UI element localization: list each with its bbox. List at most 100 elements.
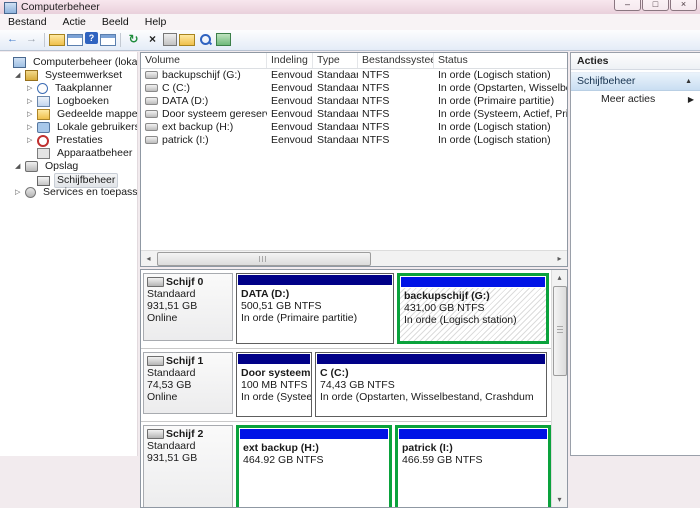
tree-item-prestaties[interactable]: ▷ Prestaties [0,134,137,147]
menu-bestand[interactable]: Bestand [0,14,55,28]
expander-collapsed-icon[interactable]: ▷ [27,108,37,121]
scroll-right-arrow-icon[interactable]: ▸ [552,251,567,266]
disk-name: Schijf 0 [147,276,229,288]
show-tree-icon[interactable] [49,34,65,46]
expander-expanded-icon[interactable]: ◢ [15,160,25,173]
vertical-scrollbar-thumb[interactable] [553,286,567,376]
tree-item-label: Apparaatbeheer [57,147,133,159]
console-window-icon[interactable] [67,34,83,46]
tree-item-systeemwerkset[interactable]: ◢ Systeemwerkset [0,69,137,82]
disk-graphical-pane: Schijf 0 Standaard 931,51 GB Online DATA (D:… [140,269,568,508]
forward-icon[interactable]: → [23,32,40,47]
partition-c-c[interactable]: C (C:) 74,43 GB NTFS In orde (Opstarten, W… [315,352,547,417]
type-cell: Standaard [317,95,358,107]
properties-icon[interactable] [163,33,177,46]
horizontal-scrollbar-thumb[interactable] [157,252,371,266]
column-header-volume[interactable]: Volume [141,53,267,68]
scroll-down-arrow-icon[interactable]: ▾ [552,492,567,507]
collapse-icon[interactable]: ▲ [685,73,692,90]
expander-collapsed-icon[interactable]: ▷ [27,82,37,95]
refresh-icon[interactable]: ↻ [125,32,142,47]
partition-label: patrick (I:) [402,442,453,454]
window-controls: – □ × [613,0,697,11]
tree-item-lokale-gebruikers-en-gro[interactable]: ▷ Lokale gebruikers en gro [0,121,137,134]
disk-label-schijf-0[interactable]: Schijf 0 Standaard 931,51 GB Online [143,273,233,341]
partition-label: backupschijf (G:) [404,290,490,302]
back-icon[interactable]: ← [4,32,21,47]
help-icon[interactable]: ? [85,32,98,44]
indeling-cell: Eenvoudig [271,69,313,81]
volume-row-ext-backup-h[interactable]: ext backup (H:) Eenvoudig Standaard NTFS In … [141,121,567,134]
tree-item-computerbeheer-lokaal[interactable]: Computerbeheer (lokaal) [0,56,137,69]
expander-collapsed-icon[interactable]: ▷ [27,95,37,108]
open-folder-icon[interactable] [179,34,195,46]
column-header-bestandssysteem[interactable]: Bestandssysteem [358,53,434,68]
partition-backupschijf-g[interactable]: backupschijf (G:) 431,00 GB NTFS In orde (… [397,273,549,344]
volume-row-c-c[interactable]: C (C:) Eenvoudig Standaard NTFS In orde (Ops… [141,82,567,95]
expander-collapsed-icon[interactable]: ▷ [15,186,25,199]
partition-color-band [401,277,545,287]
partition-body: DATA (D:) 500,51 GB NTFS In orde (Primaire… [237,286,393,343]
tree-item-label: Logboeken [57,95,109,107]
status-cell: In orde (Primaire partitie) [438,95,555,107]
actions-section-schijfbeheer[interactable]: Schijfbeheer ▲ [571,72,700,91]
column-header-status[interactable]: Status [434,53,567,68]
zoom-icon[interactable] [197,32,214,47]
disk-label-schijf-2[interactable]: Schijf 2 Standaard 931,51 GB [143,425,233,507]
tree-item-opslag[interactable]: ◢ Opslag [0,160,137,173]
tree-item-services-en-toepassingen[interactable]: ▷ Services en toepassingen [0,186,137,199]
scroll-up-arrow-icon[interactable]: ▴ [552,270,567,285]
type-cell: Standaard [317,69,358,81]
disk-name-text: Schijf 0 [166,276,204,288]
menu-beeld[interactable]: Beeld [94,14,137,28]
scroll-left-arrow-icon[interactable]: ◂ [141,251,156,266]
expander-expanded-icon[interactable]: ◢ [15,69,25,82]
partition-body: ext backup (H:) 464.92 GB NTFS [239,440,389,507]
volume-cell: ext backup (H:) [141,121,267,134]
tree-item-gedeelde-mappen[interactable]: ▷ Gedeelde mappen [0,108,137,121]
close-button[interactable]: × [670,0,697,11]
type-cell: Standaard [317,121,358,133]
maximize-button[interactable]: □ [642,0,669,11]
tree-item-apparaatbeheer[interactable]: Apparaatbeheer [0,147,137,160]
schijf-0-row: Schijf 0 Standaard 931,51 GB Online DATA (D:… [141,270,567,349]
indeling-cell: Eenvoudig [271,95,313,107]
clock-icon [37,83,48,94]
volume-row-door-systeem-gereserveerd[interactable]: Door systeem gereserveerd Eenvoudig Standa… [141,108,567,121]
menu-actie[interactable]: Actie [55,14,94,28]
performance-icon [37,134,49,147]
volume-row-patrick-i[interactable]: patrick (I:) Eenvoudig Standaard NTFS In ord… [141,134,567,147]
delete-icon[interactable]: × [144,32,161,47]
partition-size: 431,00 GB NTFS [404,302,485,314]
horizontal-scrollbar[interactable]: ◂ ▸ [141,250,567,266]
type-cell: Standaard [317,108,358,120]
disk-label-schijf-1[interactable]: Schijf 1 Standaard 74,53 GB Online [143,352,233,414]
schijf-2-row: Schijf 2 Standaard 931,51 GB ext backup (H:… [141,422,567,507]
volume-row-backupschijf-g[interactable]: backupschijf (G:) Eenvoudig Standaard NTFS I… [141,69,567,82]
menu-help[interactable]: Help [137,14,175,28]
volume-row-data-d[interactable]: DATA (D:) Eenvoudig Standaard NTFS In orde (… [141,95,567,108]
action-pane-icon[interactable] [100,34,116,46]
toolbar: ← →? ↻ × [0,30,700,51]
more-actions-item[interactable]: Meer acties ▶ [571,91,700,108]
expander-collapsed-icon[interactable]: ▷ [27,134,37,147]
partition-data-d[interactable]: DATA (D:) 500,51 GB NTFS In orde (Primaire… [236,273,394,344]
tree-item-schijfbeheer[interactable]: Schijfbeheer [0,173,137,188]
tree-item-taakplanner[interactable]: ▷ Taakplanner [0,82,137,95]
disk-icon [147,429,164,440]
partition-ext-backup-h[interactable]: ext backup (H:) 464.92 GB NTFS [236,425,392,507]
partition-patrick-i[interactable]: patrick (I:) 466.59 GB NTFS [395,425,551,507]
column-header-indeling[interactable]: Indeling [267,53,313,68]
minimize-button[interactable]: – [614,0,641,11]
tree-item-label: Gedeelde mappen [57,108,138,120]
wizard-icon[interactable] [216,33,231,46]
disk-icon [147,277,164,288]
disk-name-text: Schijf 2 [166,428,204,440]
partition-body: backupschijf (G:) 431,00 GB NTFS In orde (… [400,288,546,341]
disk-type: Standaard [147,288,196,300]
partition-door-systeem-g[interactable]: Door systeem g100 MB NTFSIn orde (Systee… [236,352,312,417]
expander-collapsed-icon[interactable]: ▷ [27,121,37,134]
vertical-scrollbar[interactable]: ▴ ▾ [551,270,567,507]
column-header-type[interactable]: Type [313,53,358,68]
tree-item-logboeken[interactable]: ▷ Logboeken [0,95,137,108]
